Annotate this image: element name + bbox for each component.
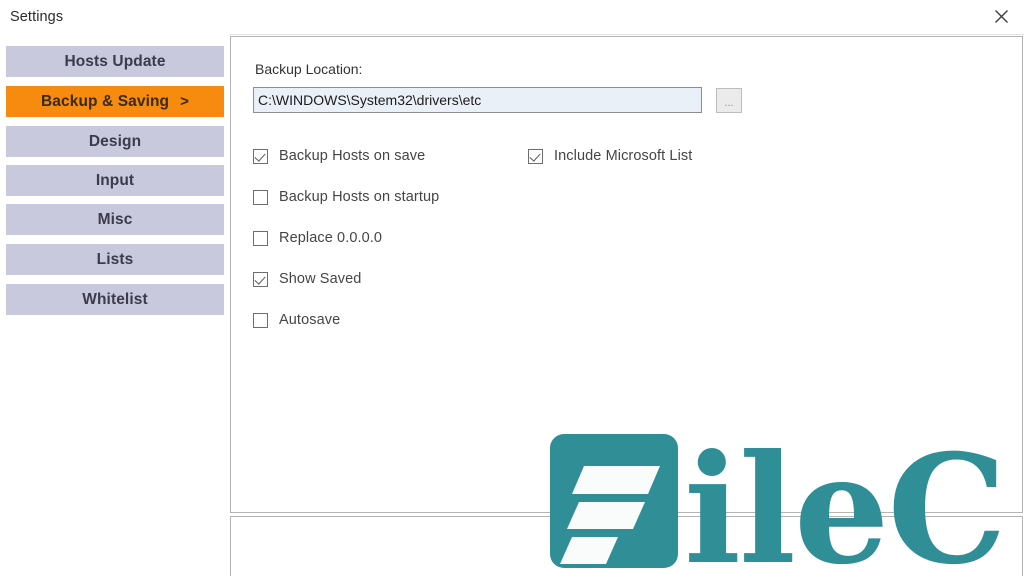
checkbox-box[interactable]: [253, 189, 268, 205]
ellipsis-icon: ...: [724, 97, 734, 109]
browse-button[interactable]: ...: [716, 88, 742, 113]
checkbox-box[interactable]: [253, 148, 268, 164]
sidebar: Hosts Update Backup & Saving > Design In…: [0, 34, 229, 576]
checkbox-label: Autosave: [279, 312, 341, 328]
sidebar-item-label: Whitelist: [82, 290, 148, 308]
close-icon: [994, 10, 1008, 23]
sidebar-item-label: Lists: [96, 250, 134, 268]
checkbox-label: Backup Hosts on save: [279, 148, 426, 164]
checkbox-box[interactable]: [528, 148, 543, 164]
checkbox-label: Backup Hosts on startup: [279, 189, 440, 205]
sidebar-item-label: Input: [95, 171, 135, 189]
checkbox-box[interactable]: [253, 271, 268, 287]
checkbox-label: Replace 0.0.0.0: [279, 230, 383, 246]
sidebar-item-input[interactable]: Input: [6, 165, 224, 196]
sidebar-item-label: Backup & Saving: [41, 92, 170, 110]
bottom-panel: [230, 516, 1023, 576]
checkbox-show-saved[interactable]: Show Saved: [253, 271, 361, 287]
checkbox-backup-hosts-on-startup[interactable]: Backup Hosts on startup: [253, 189, 439, 205]
backup-location-label: Backup Location:: [255, 61, 363, 77]
checkbox-backup-hosts-on-save[interactable]: Backup Hosts on save: [253, 148, 425, 164]
window-title-bar: Settings: [0, 0, 1024, 35]
checkbox-include-microsoft-list[interactable]: Include Microsoft List: [528, 148, 692, 164]
close-button[interactable]: [978, 0, 1024, 33]
sidebar-item-hosts-update[interactable]: Hosts Update: [6, 46, 224, 77]
backup-location-input[interactable]: [253, 87, 702, 113]
checkbox-label: Show Saved: [279, 271, 362, 287]
checkbox-autosave[interactable]: Autosave: [253, 312, 340, 328]
sidebar-item-lists[interactable]: Lists: [6, 244, 224, 275]
checkbox-box[interactable]: [253, 230, 268, 246]
window-title: Settings: [10, 9, 64, 25]
sidebar-item-label: Hosts Update: [64, 52, 166, 70]
sidebar-item-label: Design: [88, 132, 142, 150]
sidebar-item-design[interactable]: Design: [6, 126, 224, 157]
settings-content-panel: Backup Location: ... Backup Hosts on sav…: [230, 36, 1023, 513]
chevron-right-icon: >: [180, 93, 189, 110]
sidebar-item-backup-and-saving[interactable]: Backup & Saving >: [6, 86, 224, 117]
checkbox-replace-zero-ip[interactable]: Replace 0.0.0.0: [253, 230, 382, 246]
sidebar-item-label: Misc: [97, 210, 133, 228]
checkbox-box[interactable]: [253, 312, 268, 328]
sidebar-item-whitelist[interactable]: Whitelist: [6, 284, 224, 315]
checkbox-label: Include Microsoft List: [554, 148, 693, 164]
sidebar-item-misc[interactable]: Misc: [6, 204, 224, 235]
